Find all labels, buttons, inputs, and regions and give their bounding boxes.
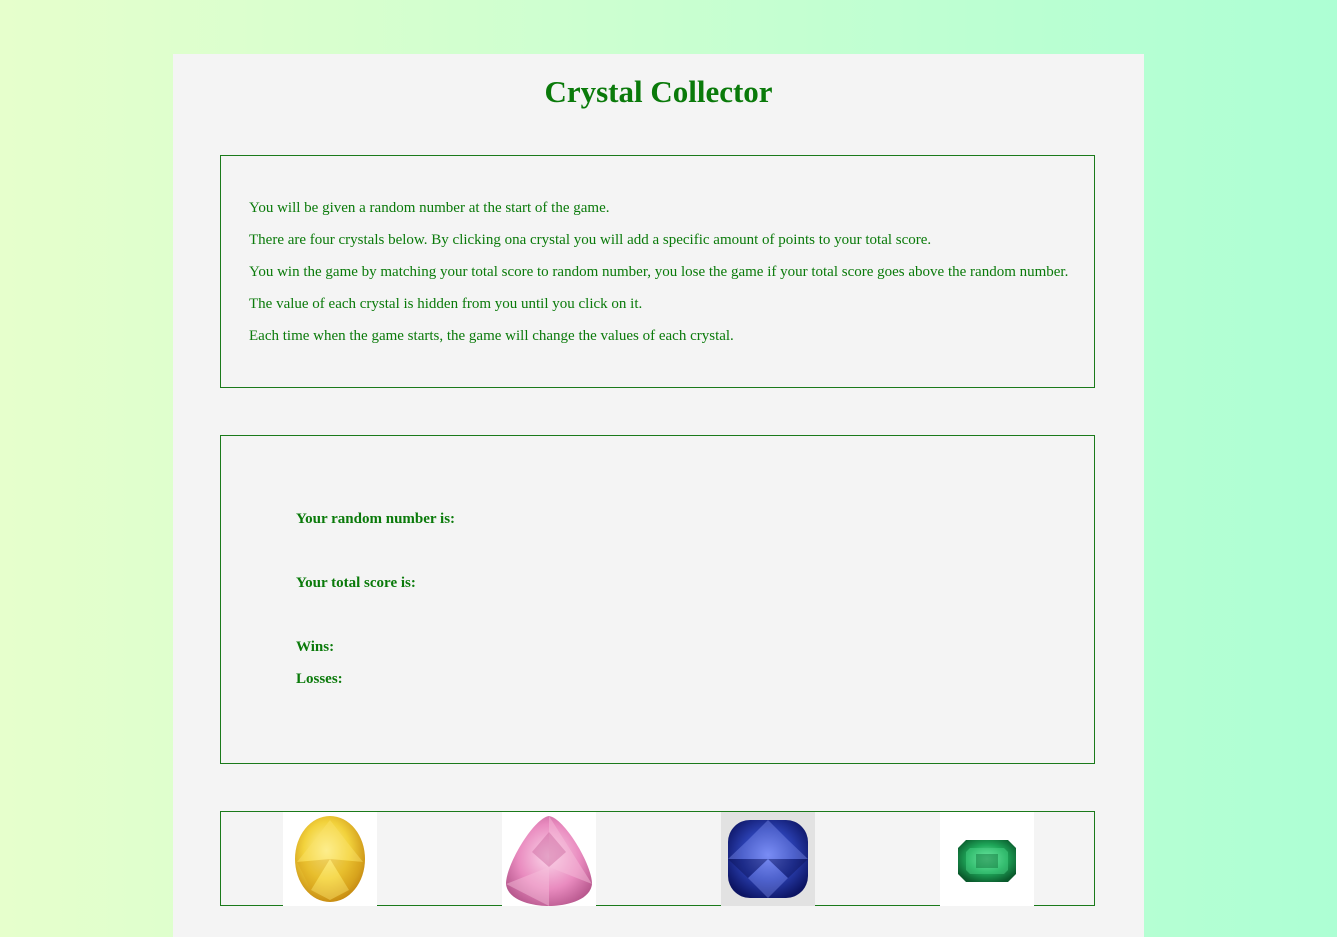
rule-line: You will be given a random number at the… xyxy=(249,200,610,216)
random-number-label: Your random number is: xyxy=(296,511,456,527)
rule-line: Each time when the game starts, the game… xyxy=(249,328,734,344)
total-score-label: Your total score is: xyxy=(296,575,416,591)
blue-gem-icon xyxy=(728,820,808,898)
crystal-pink[interactable] xyxy=(502,812,596,906)
green-gem-icon xyxy=(958,840,1016,882)
page-title: Crystal Collector xyxy=(544,74,773,109)
rules-box: You will be given a random number at the… xyxy=(220,155,1095,388)
rule-line: You win the game by matching your total … xyxy=(249,264,1069,280)
yellow-gem-icon xyxy=(295,816,365,902)
score-box: Your random number is: Your total score … xyxy=(220,435,1095,764)
rule-line: The value of each crystal is hidden from… xyxy=(249,296,643,312)
crystal-blue[interactable] xyxy=(721,812,815,906)
crystals-box xyxy=(220,811,1095,906)
wins-label: Wins: xyxy=(296,639,335,655)
losses-label: Losses: xyxy=(296,671,343,687)
main-panel: Crystal Collector You will be given a ra… xyxy=(173,54,1144,937)
crystal-green[interactable] xyxy=(940,812,1034,906)
pink-gem-icon xyxy=(506,816,592,906)
crystal-yellow[interactable] xyxy=(283,812,377,906)
rule-line: There are four crystals below. By clicki… xyxy=(249,232,932,248)
